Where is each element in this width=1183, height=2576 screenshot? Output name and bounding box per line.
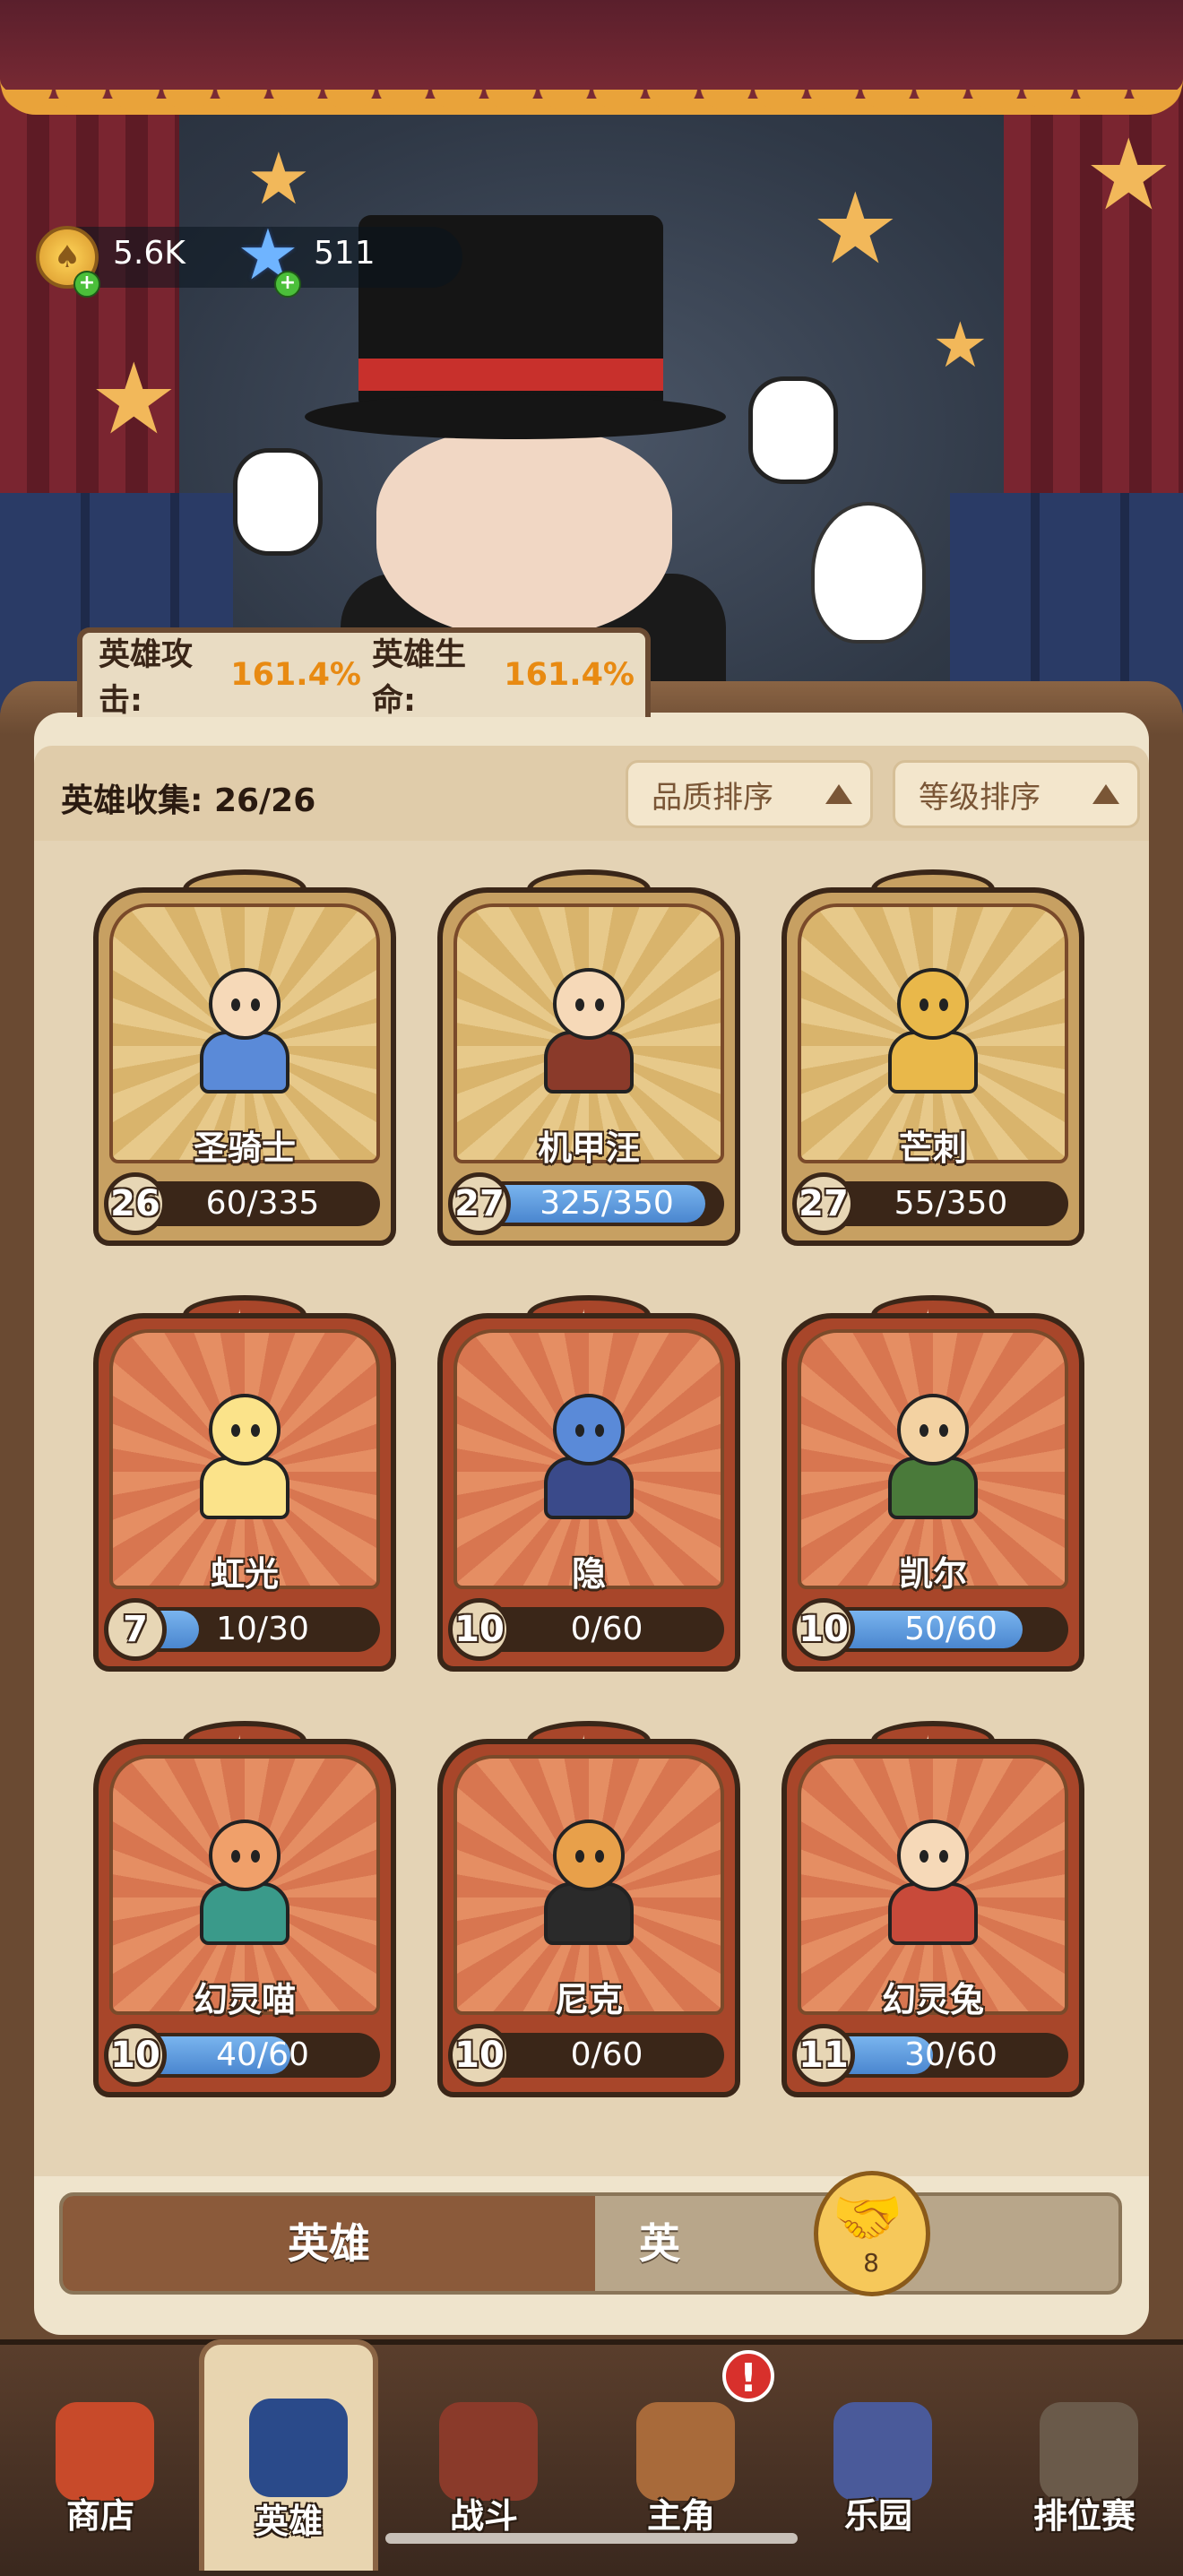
hanging-star-icon: ★ bbox=[90, 341, 178, 456]
progress-text: 30/60 bbox=[904, 2036, 997, 2073]
stage-banner: ★ ★ ★ ★ ★ bbox=[0, 0, 1183, 717]
progress-text: 50/60 bbox=[904, 1611, 997, 1647]
hero-portrait bbox=[182, 959, 307, 1102]
nav-label: 英雄 bbox=[254, 2502, 323, 2541]
nav-item-0[interactable]: 商店 bbox=[11, 2375, 190, 2563]
quality-sort-button[interactable]: 品质排序 bbox=[626, 760, 873, 828]
hero-portrait bbox=[870, 959, 996, 1102]
hero-level-badge: 10 bbox=[448, 1598, 511, 1661]
nav-label: 战斗 bbox=[449, 2496, 518, 2536]
magician-face bbox=[376, 430, 672, 636]
crossbow-icon bbox=[439, 2402, 538, 2501]
hero-level-badge: 10 bbox=[792, 1598, 855, 1661]
hero-bonus-tab: 英雄攻击: 161.4% 英雄生命: 161.4% bbox=[77, 627, 651, 719]
hero-level-badge: 7 bbox=[104, 1598, 167, 1661]
valance-scallop bbox=[0, 90, 1183, 125]
nav-item-4[interactable]: 乐园 bbox=[789, 2375, 968, 2563]
hanging-star-icon: ★ bbox=[1084, 117, 1173, 232]
collection-label: 英雄收集: bbox=[61, 782, 214, 819]
magician-glove-right bbox=[748, 376, 838, 484]
castle-icon bbox=[833, 2402, 932, 2501]
magician-hat-brim bbox=[305, 394, 726, 439]
lock-icon bbox=[1040, 2402, 1138, 2501]
hp-bonus-label: 英雄生命: bbox=[372, 637, 467, 719]
level-sort-label: 等级排序 bbox=[919, 779, 1041, 816]
hanging-star-icon: ★ bbox=[932, 308, 989, 382]
hero-card[interactable]: ✦凯尔50/6010 bbox=[781, 1295, 1084, 1672]
hero-name: 圣骑士 bbox=[193, 1128, 296, 1168]
progress-text: 325/350 bbox=[540, 1185, 674, 1222]
hanging-star-icon: ★ bbox=[811, 171, 900, 286]
hero-level-badge: 27 bbox=[792, 1172, 855, 1235]
nav-item-1[interactable]: 英雄 bbox=[199, 2339, 378, 2571]
tab-heroes[interactable]: 英雄 bbox=[63, 2196, 595, 2291]
collection-value: 26/26 bbox=[213, 782, 316, 819]
handshake-count: 8 bbox=[863, 2248, 879, 2278]
nav-label: 排位赛 bbox=[1032, 2496, 1136, 2536]
add-gem-icon[interactable]: + bbox=[274, 271, 301, 298]
add-coin-icon[interactable]: + bbox=[73, 271, 100, 298]
hero-name: 机甲汪 bbox=[537, 1128, 640, 1168]
progress-text: 55/350 bbox=[894, 1185, 1008, 1222]
coin-count: 5.6K bbox=[113, 235, 186, 272]
nav-label: 商店 bbox=[65, 2496, 134, 2536]
hero-tabs: 英雄 英签 bbox=[59, 2192, 1122, 2295]
hero-portrait bbox=[182, 1811, 307, 1954]
hero-card[interactable]: ✦尼克0/6010 bbox=[437, 1721, 740, 2097]
hero-name: 隐 bbox=[571, 1554, 606, 1594]
nav-label: 乐园 bbox=[843, 2496, 912, 2536]
hero-portrait bbox=[182, 1385, 307, 1528]
hero-portrait bbox=[526, 1811, 652, 1954]
hero-portrait bbox=[870, 1811, 996, 1954]
nav-label: 主角 bbox=[646, 2496, 715, 2536]
collection-count: 英雄收集: 26/26 bbox=[61, 774, 315, 821]
handshake-icon: 🤝 bbox=[832, 2185, 903, 2252]
home-indicator bbox=[385, 2533, 798, 2544]
hero-name: 幻灵兔 bbox=[881, 1980, 984, 2019]
shop-tent-icon bbox=[56, 2402, 154, 2501]
hero-name: 凯尔 bbox=[898, 1554, 967, 1594]
hero-level-badge: 10 bbox=[448, 2024, 511, 2087]
gem-count: 511 bbox=[314, 235, 376, 272]
hero-name: 虹光 bbox=[210, 1554, 279, 1594]
hero-card[interactable]: 圣骑士 60/335 26 bbox=[93, 869, 396, 1246]
hero-name: 幻灵喵 bbox=[193, 1980, 296, 2019]
hero-level-badge: 10 bbox=[104, 2024, 167, 2087]
progress-text: 10/30 bbox=[216, 1611, 309, 1647]
hero-card[interactable]: 机甲汪 325/350 27 bbox=[437, 869, 740, 1246]
hero-portrait bbox=[526, 959, 652, 1102]
hero-name: 芒刺 bbox=[898, 1128, 967, 1168]
hero-card[interactable]: ✦隐0/6010 bbox=[437, 1295, 740, 1672]
sort-up-icon bbox=[1092, 784, 1119, 804]
hero-card[interactable]: 芒刺 55/350 27 bbox=[781, 869, 1084, 1246]
bunny-mascot bbox=[811, 502, 926, 644]
hero-level-badge: 27 bbox=[448, 1172, 511, 1235]
progress-text: 0/60 bbox=[570, 2036, 643, 2073]
hero-portrait bbox=[870, 1385, 996, 1528]
hero-level-badge: 11 bbox=[792, 2024, 855, 2087]
hero-portrait bbox=[526, 1385, 652, 1528]
sort-up-icon bbox=[825, 784, 852, 804]
attack-bonus-label: 英雄攻击: bbox=[99, 637, 194, 719]
owl-icon bbox=[636, 2402, 735, 2501]
hero-name: 尼克 bbox=[554, 1980, 623, 2019]
hero-level-badge: 26 bbox=[104, 1172, 167, 1235]
hero-card[interactable]: ✦虹光10/307 bbox=[93, 1295, 396, 1672]
magician-glove-left bbox=[233, 448, 323, 556]
quality-sort-label: 品质排序 bbox=[652, 779, 773, 816]
hero-card[interactable]: ✦幻灵兔30/6011 bbox=[781, 1721, 1084, 2097]
hp-bonus-value: 161.4% bbox=[504, 657, 635, 693]
attack-bonus-value: 161.4% bbox=[230, 657, 361, 693]
level-sort-button[interactable]: 等级排序 bbox=[893, 760, 1140, 828]
progress-text: 40/60 bbox=[216, 2036, 309, 2073]
magician-hat-band bbox=[358, 359, 663, 391]
nav-item-5[interactable]: 排位赛 bbox=[995, 2375, 1174, 2563]
progress-text: 60/335 bbox=[205, 1185, 320, 1222]
hanging-star-icon: ★ bbox=[246, 137, 311, 220]
alert-icon: ! bbox=[722, 2350, 774, 2402]
progress-text: 0/60 bbox=[570, 1611, 643, 1647]
hero-cards-icon bbox=[249, 2399, 348, 2497]
hero-card[interactable]: ✦幻灵喵40/6010 bbox=[93, 1721, 396, 2097]
